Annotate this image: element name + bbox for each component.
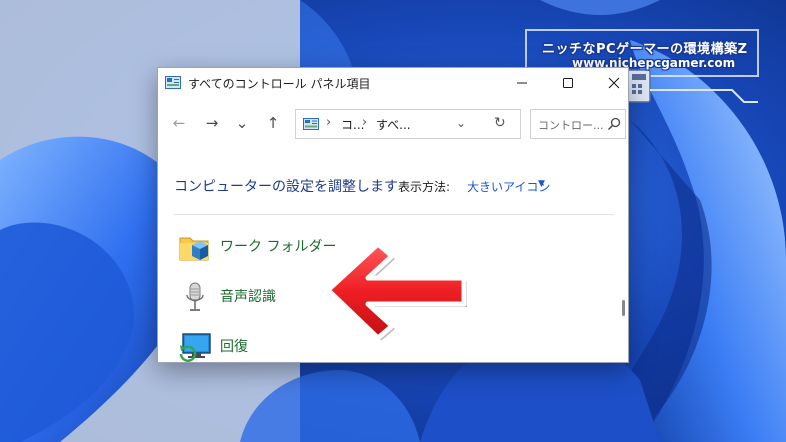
close-icon — [608, 77, 620, 89]
list-item-label: 回復 — [220, 339, 248, 355]
address-dropdown-button[interactable]: ⌄ — [456, 116, 466, 130]
arrow-left-icon: ← — [172, 114, 186, 132]
page-title: コンピューターの設定を調整します — [174, 179, 398, 195]
close-button[interactable] — [591, 68, 637, 98]
navigation-bar: ← → ⌄ ↑ › コ... › すべ... ⌄ ↻ コントロー... — [158, 104, 628, 144]
refresh-button[interactable]: ↻ — [494, 115, 506, 131]
minimize-icon — [517, 82, 527, 84]
title-bar[interactable]: すべてのコントロール パネル項目 — [158, 68, 628, 98]
window-title: すべてのコントロール パネル項目 — [188, 77, 371, 91]
divider — [174, 214, 614, 215]
arrow-right-icon: → — [205, 114, 219, 132]
work-folders-icon — [179, 237, 209, 261]
chevron-down-icon: ⌄ — [235, 114, 249, 132]
microphone-icon — [186, 282, 204, 311]
breadcrumb-control-panel[interactable]: コ... — [341, 116, 364, 133]
recent-locations-button[interactable]: ⌄ — [231, 112, 253, 134]
list-item-label: 音声認識 — [220, 289, 276, 305]
arrow-up-icon: ↑ — [266, 114, 280, 132]
address-bar[interactable]: › コ... › すべ... ⌄ ↻ — [295, 109, 521, 139]
search-placeholder: コントロー... — [538, 119, 604, 132]
scrollbar-thumb[interactable] — [622, 300, 625, 316]
recovery-icon — [179, 333, 211, 362]
red-arrow-icon — [325, 241, 467, 340]
caret-down-icon[interactable]: ▼ — [538, 179, 545, 189]
maximize-button[interactable] — [545, 68, 591, 98]
search-input[interactable]: コントロー... — [530, 109, 626, 139]
vertical-scrollbar[interactable] — [620, 218, 628, 362]
watermark-title: ニッチなPCゲーマーの環境構築Z — [542, 42, 748, 57]
control-panel-icon — [165, 76, 181, 89]
search-icon — [608, 117, 621, 130]
maximize-icon — [563, 78, 573, 88]
back-button[interactable]: ← — [168, 112, 190, 134]
view-by-label: 表示方法: — [398, 180, 451, 194]
minimize-button[interactable] — [499, 68, 545, 98]
up-button[interactable]: ↑ — [262, 112, 284, 134]
forward-button[interactable]: → — [201, 112, 223, 134]
control-panel-icon — [303, 118, 319, 130]
list-item-label: ワーク フォルダー — [220, 239, 337, 255]
breadcrumb-all-items[interactable]: すべ... — [376, 116, 411, 133]
breadcrumb-separator-icon: › — [362, 115, 368, 130]
breadcrumb-separator-icon: › — [326, 115, 332, 130]
